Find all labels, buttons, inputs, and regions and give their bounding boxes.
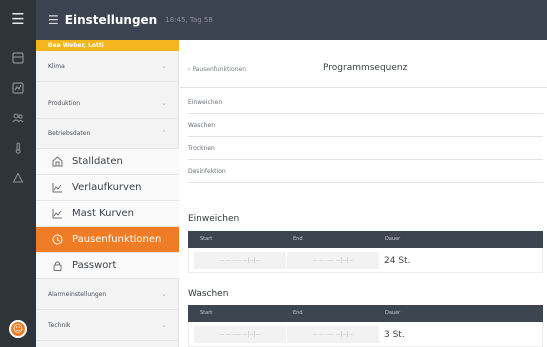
sidebar-item-stalldaten[interactable]: Stalldaten (36, 149, 179, 175)
sidebar-category-produktion[interactable]: Produktion ⌄ (36, 88, 179, 119)
sequence-step-einweichen[interactable]: Einweichen (188, 91, 543, 114)
sidebar-category-label: Klima (48, 62, 65, 70)
settings-sliders-icon: ☰ (48, 13, 59, 27)
user-strip: Bea Weber, Lotti (36, 40, 179, 51)
icon-rail: ☰ ☺ (0, 0, 36, 347)
column-header-end: End (293, 236, 303, 242)
sidebar-category-klima[interactable]: Klima ⌄ (36, 51, 179, 82)
column-header-end: End (293, 310, 303, 316)
sidebar-item-label: Verlaufkurven (72, 182, 142, 193)
lock-icon (50, 259, 64, 273)
chevron-down-icon: ⌄ (161, 321, 167, 329)
page-title: Programmsequenz (323, 63, 408, 73)
chevron-up-icon: ⌃ (161, 129, 167, 137)
back-link[interactable]: ‹ Pausenfunktionen (188, 66, 246, 73)
dashboard-icon[interactable] (8, 48, 28, 68)
sidebar-item-verlaufkurven[interactable]: Verlaufkurven (36, 175, 179, 201)
top-bar: ☰ Einstellungen 18:45, Tag 58 (36, 0, 547, 40)
sidebar-category-betriebsdaten[interactable]: Betriebsdaten ⌃ (36, 118, 179, 149)
sidebar-category-alarmeinstellungen[interactable]: Alarmeinstellungen ⌄ (36, 279, 179, 310)
home-icon (50, 155, 64, 169)
clock-icon (50, 233, 64, 247)
sidebar-item-label: Passwort (72, 260, 117, 271)
sidebar-category-label: Alarmeinstellungen (48, 290, 107, 298)
page-header-title: Einstellungen (64, 13, 158, 27)
section-title: Einweichen (188, 214, 240, 224)
column-header-start: Start (200, 310, 213, 316)
sidebar-item-label: Mast Kurven (72, 208, 134, 219)
end-time-field[interactable]: -- -- ---- --|--|-- (287, 252, 379, 269)
people-icon[interactable] (8, 108, 28, 128)
alarm-icon[interactable] (8, 168, 28, 188)
settings-sidebar: Klima ⌄ Produktion ⌄ Betriebsdaten ⌃ Sta… (36, 51, 179, 347)
sidebar-category-technik[interactable]: Technik ⌄ (36, 310, 179, 341)
sidebar-item-label: Stalldaten (72, 156, 123, 167)
section-title: Waschen (188, 289, 229, 299)
start-time-field[interactable]: -- -- ---- --|--|-- (194, 326, 286, 343)
table-header: Start End Dauer (188, 305, 543, 322)
chart-icon[interactable] (8, 78, 28, 98)
sequence-step-desinfektion[interactable]: Desinfektion (188, 160, 543, 183)
sidebar-category-label: Technik (48, 321, 71, 329)
end-time-field[interactable]: -- -- ---- --|--|-- (287, 326, 379, 343)
duration-value[interactable]: 3 St. (381, 326, 461, 343)
back-link-label: Pausenfunktionen (192, 66, 246, 73)
thermometer-icon[interactable] (8, 138, 28, 158)
chevron-down-icon: ⌄ (161, 99, 167, 107)
panel-header: ‹ Pausenfunktionen Programmsequenz (180, 51, 547, 88)
sidebar-item-pausenfunktionen[interactable]: Pausenfunktionen (36, 227, 179, 253)
line-chart-icon (50, 181, 64, 195)
column-header-duration: Dauer (385, 310, 401, 316)
header-timestamp: 18:45, Tag 58 (165, 16, 213, 24)
menu-icon[interactable]: ☰ (8, 9, 28, 29)
chevron-down-icon: ⌄ (161, 290, 167, 298)
sidebar-item-mast-kurven[interactable]: Mast Kurven (36, 201, 179, 227)
sequence-step-waschen[interactable]: Waschen (188, 114, 543, 137)
sidebar-item-passwort[interactable]: Passwort (36, 253, 179, 279)
start-time-field[interactable]: -- -- ---- --|--|-- (194, 252, 286, 269)
sidebar-item-label: Pausenfunktionen (72, 234, 162, 245)
chevron-down-icon: ⌄ (161, 62, 167, 70)
user-avatar-icon[interactable]: ☺ (9, 320, 27, 338)
sidebar-category-label: Produktion (48, 99, 81, 107)
table-row: -- -- ---- --|--|-- -- -- ---- --|--|-- … (188, 322, 543, 347)
column-header-duration: Dauer (385, 236, 401, 242)
column-header-start: Start (200, 236, 213, 242)
table-header: Start End Dauer (188, 231, 543, 248)
table-row: -- -- ---- --|--|-- -- -- ---- --|--|-- … (188, 248, 543, 273)
duration-value[interactable]: 24 St. (381, 252, 461, 269)
sequence-step-trocknen[interactable]: Trocknen (188, 137, 543, 160)
sidebar-category-label: Betriebsdaten (48, 129, 91, 137)
main-panel: ‹ Pausenfunktionen Programmsequenz Einwe… (180, 51, 547, 347)
line-chart-icon (50, 207, 64, 221)
